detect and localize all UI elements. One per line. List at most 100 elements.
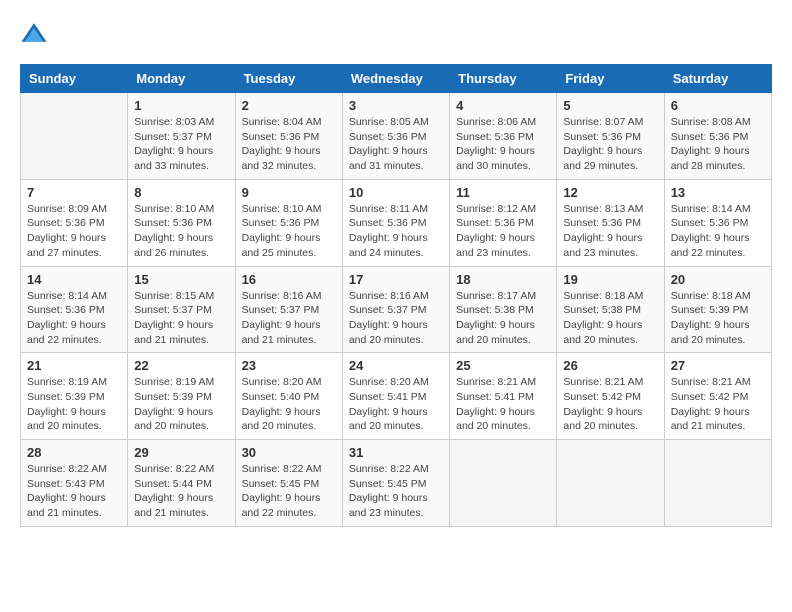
day-info: Sunrise: 8:09 AMSunset: 5:36 PMDaylight:… — [27, 202, 121, 261]
day-number: 21 — [27, 358, 121, 373]
calendar-cell: 19 Sunrise: 8:18 AMSunset: 5:38 PMDayligh… — [557, 266, 664, 353]
page-header — [20, 20, 772, 48]
calendar-cell: 21 Sunrise: 8:19 AMSunset: 5:39 PMDayligh… — [21, 353, 128, 440]
day-number: 24 — [349, 358, 443, 373]
calendar-cell: 2Sunrise: 8:04 AMSunset: 5:36 PMDaylight… — [235, 93, 342, 180]
day-info: Sunrise: 8:21 AMSunset: 5:42 PMDaylight:… — [671, 375, 765, 434]
calendar-week-1: 1 Sunrise: 8:03 AMSunset: 5:37 PMDaylight… — [21, 93, 772, 180]
weekday-friday: Friday — [557, 65, 664, 93]
weekday-sunday: Sunday — [21, 65, 128, 93]
calendar-cell: 12 Sunrise: 8:13 AMSunset: 5:36 PMDayligh… — [557, 179, 664, 266]
day-number: 8 — [134, 185, 228, 200]
day-info: Sunrise: 8:16 AMSunset: 5:37 PMDaylight:… — [349, 289, 443, 348]
calendar-cell: 27 Sunrise: 8:21 AMSunset: 5:42 PMDayligh… — [664, 353, 771, 440]
calendar-cell: 17 Sunrise: 8:16 AMSunset: 5:37 PMDayligh… — [342, 266, 449, 353]
weekday-thursday: Thursday — [450, 65, 557, 93]
calendar-body: 1 Sunrise: 8:03 AMSunset: 5:37 PMDaylight… — [21, 93, 772, 527]
day-info: Sunrise: 8:14 AMSunset: 5:36 PMDaylight:… — [27, 289, 121, 348]
logo-icon — [20, 20, 48, 48]
day-info: Sunrise: 8:10 AMSunset: 5:36 PMDaylight:… — [134, 202, 228, 261]
day-number: 7 — [27, 185, 121, 200]
calendar-cell: 20Sunrise: 8:18 AMSunset: 5:39 PMDayligh… — [664, 266, 771, 353]
calendar-header: SundayMondayTuesdayWednesdayThursdayFrid… — [21, 65, 772, 93]
calendar-cell: 29 Sunrise: 8:22 AMSunset: 5:44 PMDayligh… — [128, 440, 235, 527]
day-info: Sunrise: 8:22 AMSunset: 5:43 PMDaylight:… — [27, 462, 121, 521]
day-info: Sunrise: 8:20 AMSunset: 5:41 PMDaylight:… — [349, 375, 443, 434]
calendar-cell: 5 Sunrise: 8:07 AMSunset: 5:36 PMDaylight… — [557, 93, 664, 180]
calendar-cell: 23 Sunrise: 8:20 AMSunset: 5:40 PMDayligh… — [235, 353, 342, 440]
calendar-table: SundayMondayTuesdayWednesdayThursdayFrid… — [20, 64, 772, 527]
calendar-cell: 22 Sunrise: 8:19 AMSunset: 5:39 PMDayligh… — [128, 353, 235, 440]
day-number: 2 — [242, 98, 336, 113]
day-number: 22 — [134, 358, 228, 373]
logo — [20, 20, 52, 48]
day-number: 10 — [349, 185, 443, 200]
day-info: Sunrise: 8:20 AMSunset: 5:40 PMDaylight:… — [242, 375, 336, 434]
day-number: 26 — [563, 358, 657, 373]
weekday-header-row: SundayMondayTuesdayWednesdayThursdayFrid… — [21, 65, 772, 93]
calendar-week-3: 14 Sunrise: 8:14 AMSunset: 5:36 PMDayligh… — [21, 266, 772, 353]
day-number: 17 — [349, 272, 443, 287]
day-number: 14 — [27, 272, 121, 287]
calendar-cell: 9Sunrise: 8:10 AMSunset: 5:36 PMDaylight… — [235, 179, 342, 266]
day-number: 3 — [349, 98, 443, 113]
day-number: 27 — [671, 358, 765, 373]
calendar-cell: 11Sunrise: 8:12 AMSunset: 5:36 PMDayligh… — [450, 179, 557, 266]
calendar-cell: 18 Sunrise: 8:17 AMSunset: 5:38 PMDayligh… — [450, 266, 557, 353]
day-info: Sunrise: 8:14 AMSunset: 5:36 PMDaylight:… — [671, 202, 765, 261]
calendar-cell: 28 Sunrise: 8:22 AMSunset: 5:43 PMDayligh… — [21, 440, 128, 527]
day-info: Sunrise: 8:08 AMSunset: 5:36 PMDaylight:… — [671, 115, 765, 174]
calendar-cell: 3Sunrise: 8:05 AMSunset: 5:36 PMDaylight… — [342, 93, 449, 180]
day-info: Sunrise: 8:07 AMSunset: 5:36 PMDaylight:… — [563, 115, 657, 174]
day-number: 25 — [456, 358, 550, 373]
calendar-cell — [664, 440, 771, 527]
day-number: 11 — [456, 185, 550, 200]
day-info: Sunrise: 8:10 AMSunset: 5:36 PMDaylight:… — [242, 202, 336, 261]
day-number: 23 — [242, 358, 336, 373]
day-info: Sunrise: 8:13 AMSunset: 5:36 PMDaylight:… — [563, 202, 657, 261]
weekday-wednesday: Wednesday — [342, 65, 449, 93]
calendar-cell: 10Sunrise: 8:11 AMSunset: 5:36 PMDayligh… — [342, 179, 449, 266]
day-number: 30 — [242, 445, 336, 460]
calendar-cell: 30Sunrise: 8:22 AMSunset: 5:45 PMDayligh… — [235, 440, 342, 527]
calendar-cell: 24 Sunrise: 8:20 AMSunset: 5:41 PMDayligh… — [342, 353, 449, 440]
day-number: 4 — [456, 98, 550, 113]
day-number: 16 — [242, 272, 336, 287]
day-number: 28 — [27, 445, 121, 460]
day-number: 31 — [349, 445, 443, 460]
day-info: Sunrise: 8:18 AMSunset: 5:38 PMDaylight:… — [563, 289, 657, 348]
day-info: Sunrise: 8:15 AMSunset: 5:37 PMDaylight:… — [134, 289, 228, 348]
day-info: Sunrise: 8:06 AMSunset: 5:36 PMDaylight:… — [456, 115, 550, 174]
day-info: Sunrise: 8:22 AMSunset: 5:45 PMDaylight:… — [349, 462, 443, 521]
day-number: 29 — [134, 445, 228, 460]
calendar-cell: 6Sunrise: 8:08 AMSunset: 5:36 PMDaylight… — [664, 93, 771, 180]
day-number: 19 — [563, 272, 657, 287]
day-number: 12 — [563, 185, 657, 200]
calendar-cell: 16 Sunrise: 8:16 AMSunset: 5:37 PMDayligh… — [235, 266, 342, 353]
calendar-cell — [450, 440, 557, 527]
weekday-tuesday: Tuesday — [235, 65, 342, 93]
calendar-cell: 8 Sunrise: 8:10 AMSunset: 5:36 PMDaylight… — [128, 179, 235, 266]
day-number: 1 — [134, 98, 228, 113]
calendar-cell: 1 Sunrise: 8:03 AMSunset: 5:37 PMDaylight… — [128, 93, 235, 180]
day-info: Sunrise: 8:18 AMSunset: 5:39 PMDaylight:… — [671, 289, 765, 348]
calendar-cell: 14 Sunrise: 8:14 AMSunset: 5:36 PMDayligh… — [21, 266, 128, 353]
calendar-cell: 25 Sunrise: 8:21 AMSunset: 5:41 PMDayligh… — [450, 353, 557, 440]
day-number: 18 — [456, 272, 550, 287]
day-info: Sunrise: 8:21 AMSunset: 5:41 PMDaylight:… — [456, 375, 550, 434]
day-info: Sunrise: 8:19 AMSunset: 5:39 PMDaylight:… — [134, 375, 228, 434]
calendar-cell: 13Sunrise: 8:14 AMSunset: 5:36 PMDayligh… — [664, 179, 771, 266]
day-info: Sunrise: 8:17 AMSunset: 5:38 PMDaylight:… — [456, 289, 550, 348]
day-info: Sunrise: 8:22 AMSunset: 5:44 PMDaylight:… — [134, 462, 228, 521]
day-number: 5 — [563, 98, 657, 113]
day-info: Sunrise: 8:19 AMSunset: 5:39 PMDaylight:… — [27, 375, 121, 434]
calendar-week-2: 7 Sunrise: 8:09 AMSunset: 5:36 PMDaylight… — [21, 179, 772, 266]
day-info: Sunrise: 8:16 AMSunset: 5:37 PMDaylight:… — [242, 289, 336, 348]
calendar-cell — [21, 93, 128, 180]
calendar-cell: 26Sunrise: 8:21 AMSunset: 5:42 PMDayligh… — [557, 353, 664, 440]
calendar-cell: 31 Sunrise: 8:22 AMSunset: 5:45 PMDayligh… — [342, 440, 449, 527]
day-info: Sunrise: 8:03 AMSunset: 5:37 PMDaylight:… — [134, 115, 228, 174]
calendar-cell: 4 Sunrise: 8:06 AMSunset: 5:36 PMDaylight… — [450, 93, 557, 180]
day-number: 15 — [134, 272, 228, 287]
calendar-cell: 15 Sunrise: 8:15 AMSunset: 5:37 PMDayligh… — [128, 266, 235, 353]
